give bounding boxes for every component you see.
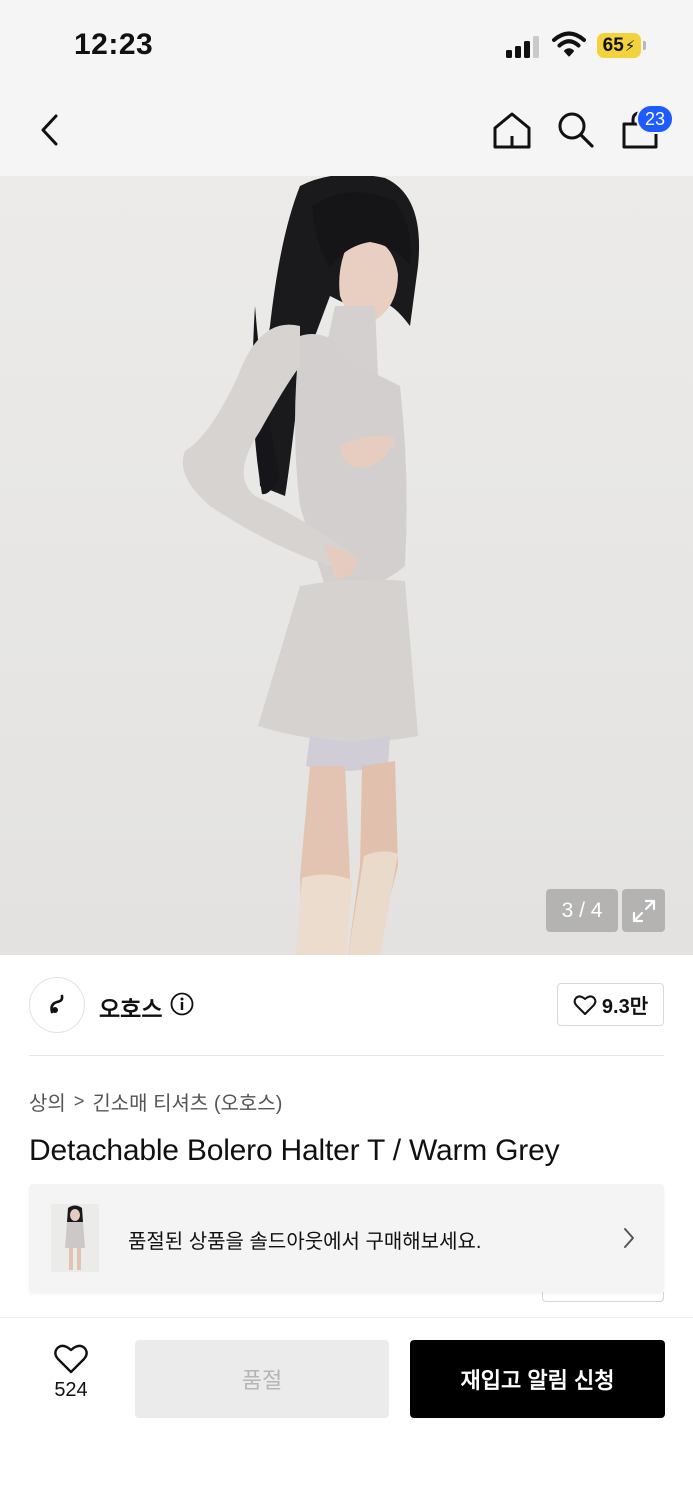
status-bar: 12:23 65 ⚡ xyxy=(0,0,693,88)
soldout-product-thumbnail xyxy=(51,1204,99,1272)
soldout-banner-text: 품절된 상품을 솔드아웃에서 구매해보세요. xyxy=(128,1231,482,1253)
soldout-banner[interactable]: 품절된 상품을 솔드아웃에서 구매해보세요. xyxy=(29,1184,664,1292)
wifi-icon xyxy=(552,31,586,57)
product-detail-page: 12:23 65 ⚡ 23 3 / 4 오호스 9.3만 상의 > 긴소매 티셔… xyxy=(0,0,693,1500)
heart-icon xyxy=(573,995,597,1015)
breadcrumb: 상의 > 긴소매 티셔츠 (오호스) xyxy=(29,1087,282,1116)
brand-like-button[interactable]: 9.3만 xyxy=(557,983,664,1026)
brand-like-count: 9.3만 xyxy=(601,996,649,1018)
product-image[interactable] xyxy=(0,176,693,955)
restock-alert-button[interactable]: 재입고 알림 신청 xyxy=(410,1340,665,1418)
expand-icon xyxy=(632,899,655,922)
brand-name[interactable]: 오호스 xyxy=(99,990,162,1024)
search-icon[interactable] xyxy=(556,110,596,150)
divider xyxy=(29,1055,664,1056)
soldout-button: 품절 xyxy=(135,1340,389,1418)
home-icon[interactable] xyxy=(492,110,532,150)
expand-image-button[interactable] xyxy=(622,889,665,932)
battery-icon: 65 ⚡ xyxy=(597,33,647,58)
status-time: 12:23 xyxy=(74,28,154,61)
breadcrumb-category[interactable]: 상의 xyxy=(29,1087,66,1116)
info-icon[interactable] xyxy=(170,992,194,1016)
battery-level: 65 xyxy=(602,34,624,56)
brand-logo[interactable] xyxy=(29,977,85,1033)
cellular-signal-icon xyxy=(506,34,542,58)
brand-logo-mark-icon xyxy=(50,994,64,1014)
breadcrumb-subcategory[interactable]: 긴소매 티셔츠 (오호스) xyxy=(92,1087,282,1116)
wishlist-count: 524 xyxy=(54,1379,88,1401)
price-row-peek xyxy=(29,1292,664,1306)
chevron-right-icon xyxy=(624,1228,634,1248)
image-pager-indicator: 3 / 4 xyxy=(546,889,618,932)
wishlist-button[interactable]: 524 xyxy=(40,1343,102,1413)
chevron-right-icon: > xyxy=(73,1091,85,1111)
chevron-left-icon[interactable] xyxy=(36,112,66,148)
coupon-button-peek xyxy=(542,1292,664,1302)
heart-icon xyxy=(54,1344,88,1374)
cart-count-badge: 23 xyxy=(636,104,674,134)
product-title: Detachable Bolero Halter T / Warm Grey xyxy=(29,1134,560,1167)
product-photo-illustration xyxy=(0,176,693,955)
